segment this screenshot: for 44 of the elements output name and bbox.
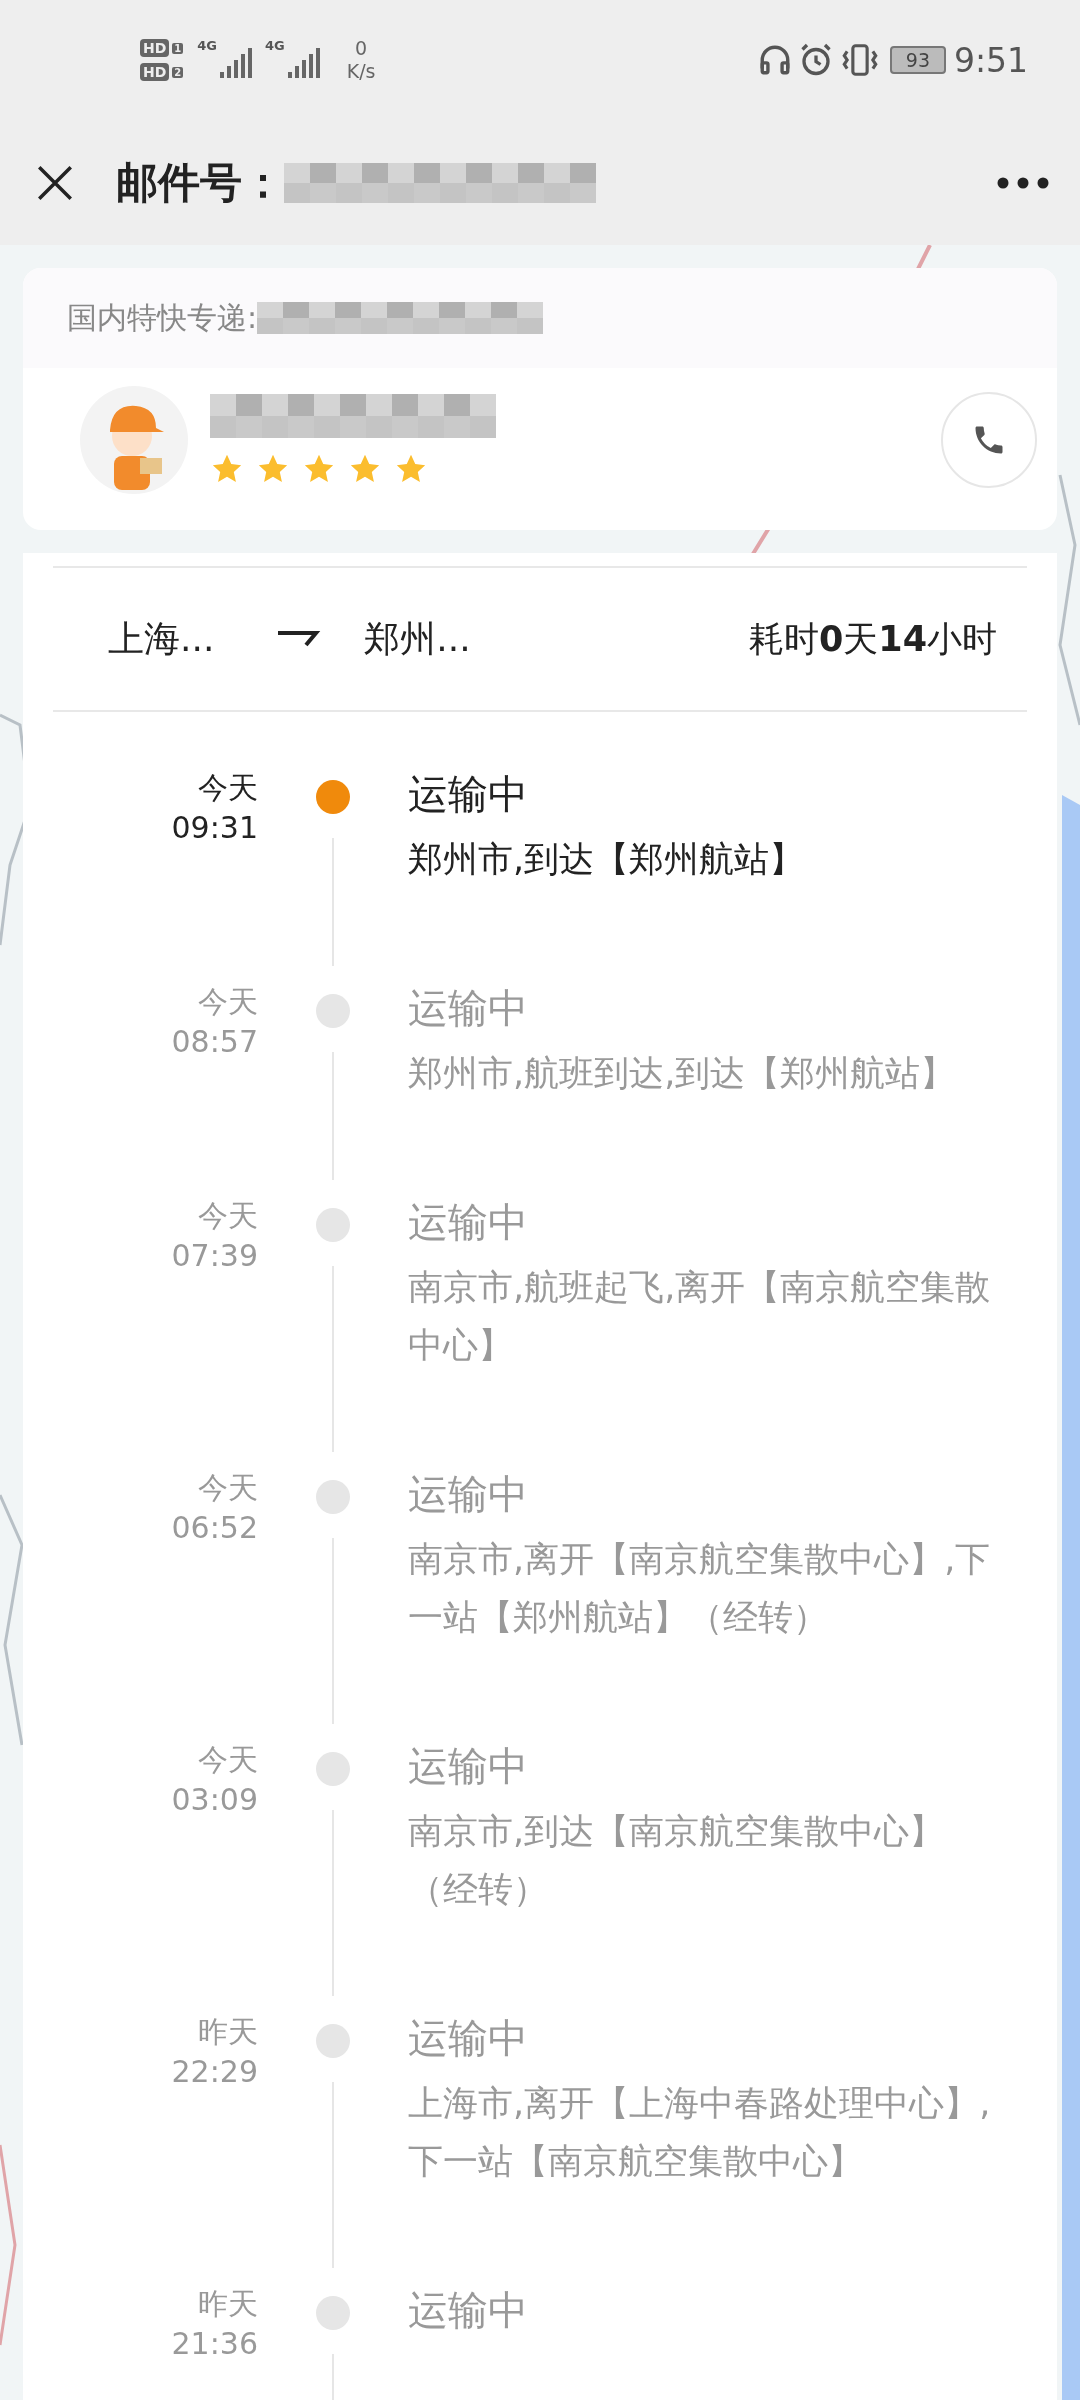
event-detail: 南京市,到达【南京航空集散中心】（经转）: [408, 1810, 946, 1911]
origin-city: 上海...: [108, 616, 215, 661]
network-type: 4G: [197, 38, 218, 53]
event-day: 今天: [198, 1468, 258, 1508]
duration-text: 耗时0天14小时: [748, 617, 997, 661]
event-time: 07:39: [171, 1237, 258, 1275]
battery-level: 93: [889, 46, 946, 74]
event-time: 06:52: [171, 1509, 258, 1547]
event-time: 21:36: [171, 2325, 258, 2363]
event-detail: 南京市,离开【南京航空集散中心】,下一站【郑州航站】（经转）: [408, 1538, 992, 1639]
event-day: 今天: [198, 982, 258, 1022]
event-time: 08:57: [171, 1023, 258, 1061]
event-time: 09:31: [171, 809, 258, 847]
event-status: 运输中: [408, 2286, 529, 2335]
sim-slot: 2: [172, 66, 184, 78]
event-time: 03:09: [171, 1781, 258, 1819]
event-day: 今天: [198, 1196, 258, 1236]
speed-value: 0: [355, 37, 368, 60]
sim-label: HD: [140, 63, 170, 81]
more-icon[interactable]: [996, 175, 1050, 190]
event-status: 运输中: [408, 984, 529, 1033]
destination-city: 郑州...: [364, 616, 471, 661]
event-status: 运输中: [408, 1198, 529, 1247]
sim-label: HD: [140, 39, 170, 57]
event-day: 昨天: [198, 2284, 258, 2324]
event-day: 昨天: [198, 2012, 258, 2052]
network-type: 4G: [265, 38, 285, 53]
sim-slot: 1: [172, 42, 184, 54]
clock-time: 9:51: [953, 40, 1028, 80]
service-label: 国内特快专递:: [67, 298, 258, 337]
event-day: 今天: [198, 768, 258, 808]
event-time: 22:29: [171, 2053, 258, 2091]
event-detail: 郑州市,到达【郑州航站】: [408, 838, 806, 881]
event-status: 运输中: [408, 1470, 529, 1519]
event-status: 运输中: [408, 2014, 529, 2063]
page-title: 邮件号：: [116, 156, 284, 209]
avatar-icon: [80, 386, 188, 494]
event-detail: 上海市,离开【上海中春路处理中心】,下一站【南京航空集散中心】: [408, 2082, 992, 2183]
event-day: 今天: [198, 1740, 258, 1780]
event-status: 运输中: [408, 770, 529, 819]
speed-unit: K/s: [346, 60, 376, 83]
event-status: 运输中: [408, 1742, 529, 1791]
event-detail: 南京市,航班起飞,离开【南京航空集散中心】: [408, 1266, 992, 1367]
event-detail: 郑州市,航班到达,到达【郑州航站】: [408, 1052, 957, 1095]
